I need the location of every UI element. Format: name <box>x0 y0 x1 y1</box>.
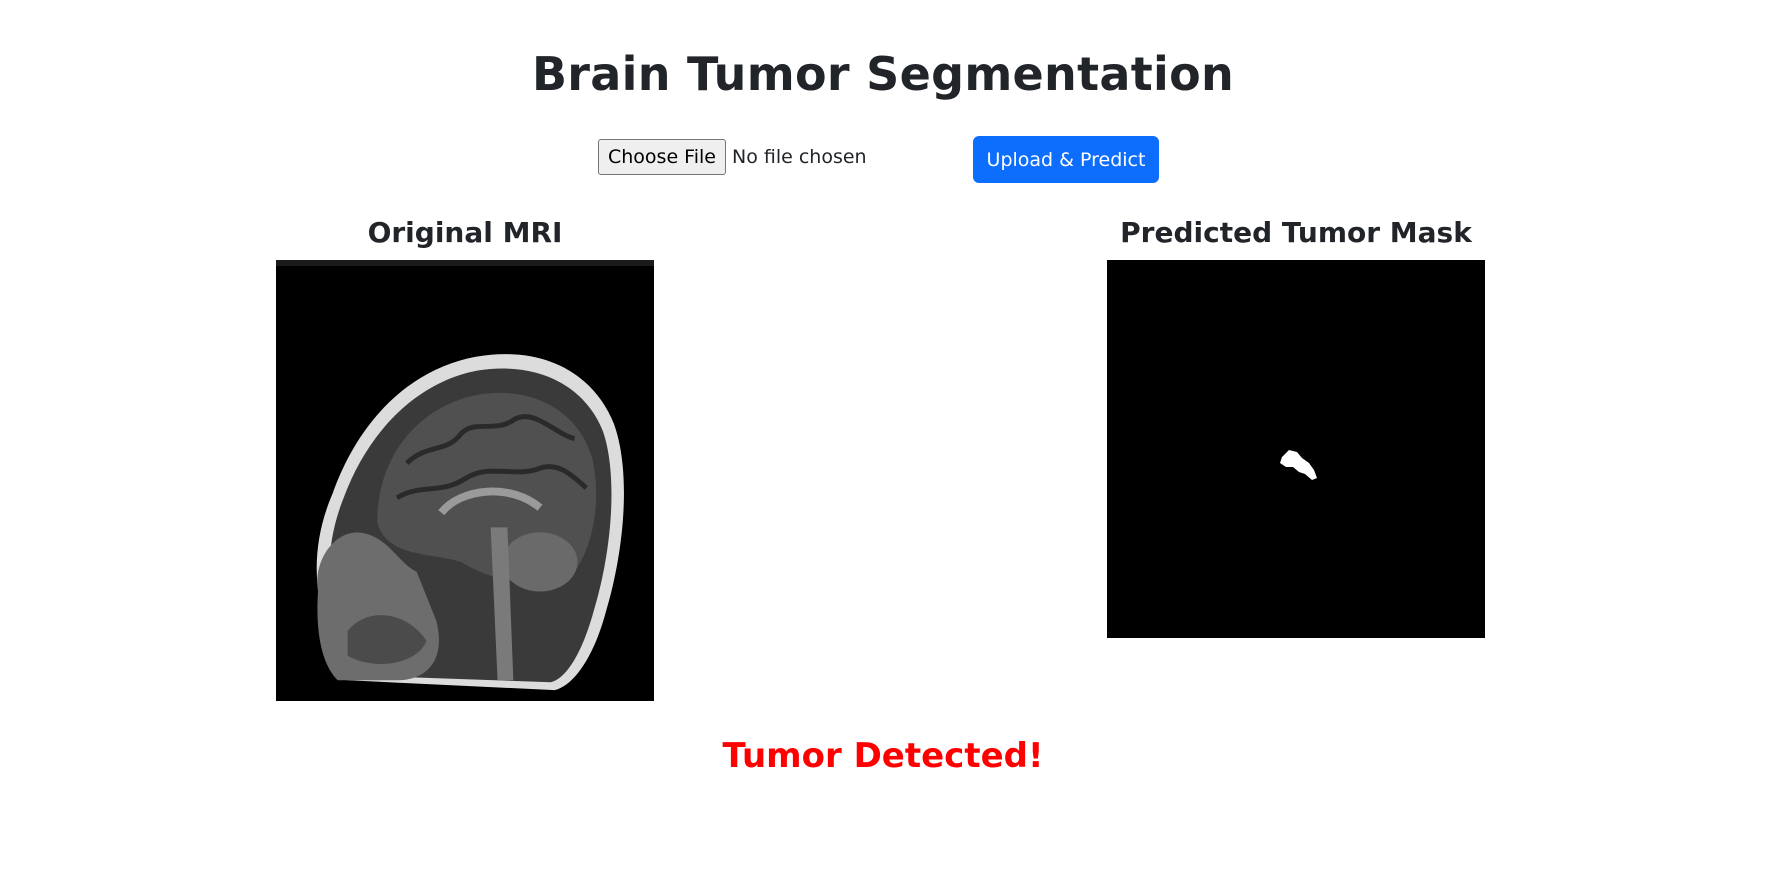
predicted-mask-image <box>1107 260 1485 638</box>
predicted-mask-title: Predicted Tumor Mask <box>1120 216 1472 249</box>
original-mri-image <box>276 260 654 701</box>
file-input[interactable]: Choose File No file chosen <box>598 139 867 175</box>
predicted-mask-panel: Predicted Tumor Mask <box>1107 214 1485 638</box>
choose-file-button[interactable]: Choose File <box>598 139 726 175</box>
file-status-text: No file chosen <box>731 146 867 168</box>
original-mri-panel: Original MRI <box>276 214 654 701</box>
original-mri-title: Original MRI <box>367 216 563 249</box>
upload-predict-button[interactable]: Upload & Predict <box>973 136 1159 183</box>
result-text: Tumor Detected! <box>722 736 1044 776</box>
page-title: Brain Tumor Segmentation <box>531 47 1235 101</box>
